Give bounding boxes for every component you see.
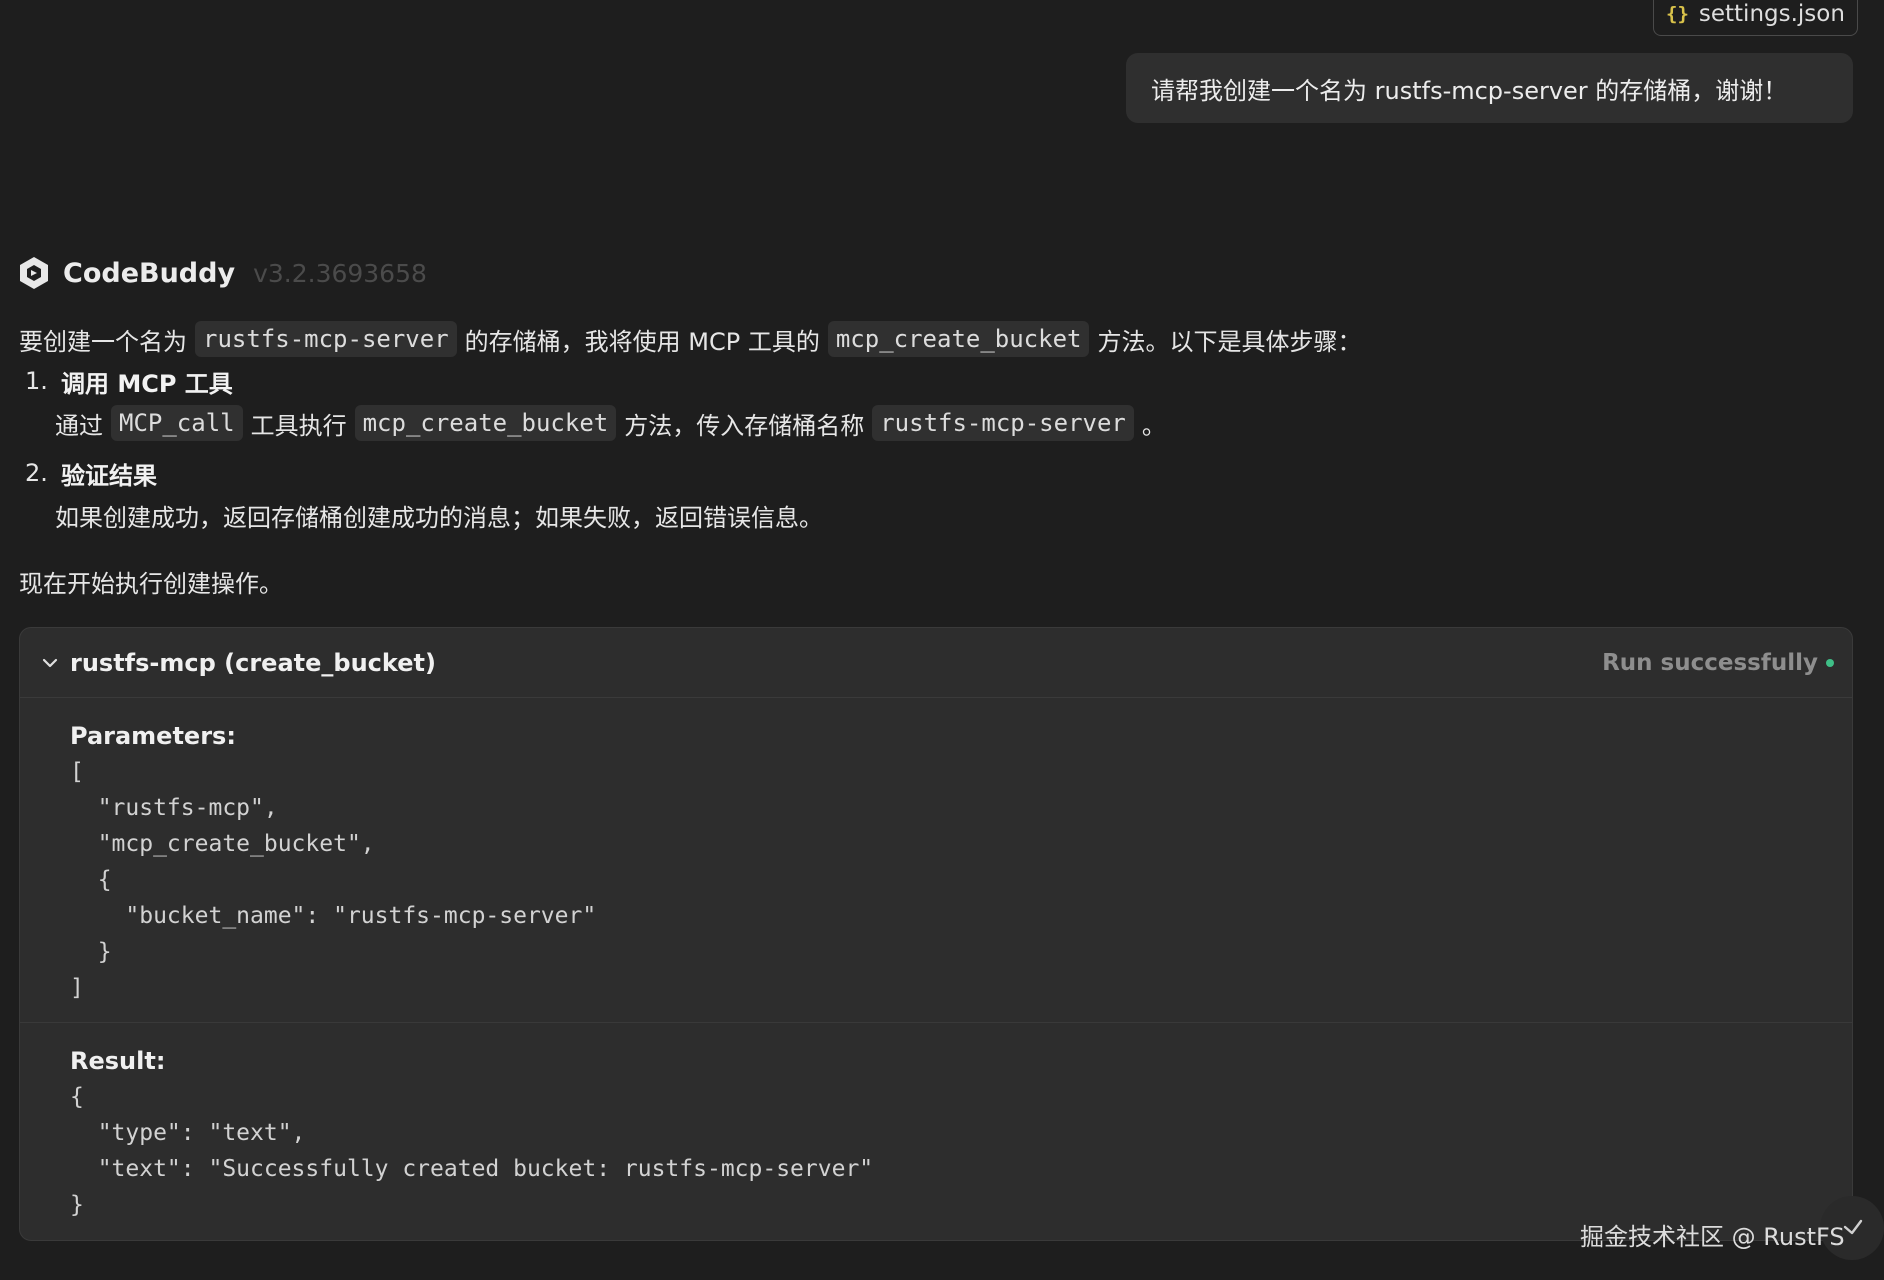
- intro-text-3: 方法。以下是具体步骤：: [1097, 327, 1362, 356]
- chevron-down-icon[interactable]: [40, 653, 60, 673]
- step-title-text: 验证结果: [61, 461, 157, 490]
- inline-code-method: mcp_create_bucket: [354, 405, 617, 441]
- user-message-bubble: 请帮我创建一个名为 rustfs-mcp-server 的存储桶，谢谢！: [1126, 53, 1853, 123]
- params-code-line: }: [70, 939, 112, 965]
- assistant-answer: 要创建一个名为 rustfs-mcp-server 的存储桶，我将使用 MCP …: [19, 318, 1849, 602]
- step-1-title: 1. 调用 MCP 工具: [19, 360, 1849, 402]
- assistant-name: CodeBuddy: [63, 257, 236, 289]
- step-1-text-1: 通过: [55, 411, 103, 440]
- step-number: 2.: [25, 459, 48, 487]
- file-chip-settings-json[interactable]: {} settings.json: [1653, 0, 1858, 36]
- answer-intro: 要创建一个名为 rustfs-mcp-server 的存储桶，我将使用 MCP …: [19, 318, 1849, 360]
- params-code-line: [: [70, 759, 84, 785]
- step-1-desc: 通过 MCP_call 工具执行 mcp_create_bucket 方法，传入…: [19, 402, 1849, 444]
- params-code-line: "mcp_create_bucket",: [70, 831, 375, 857]
- step-2-text: 如果创建成功，返回存储桶创建成功的消息；如果失败，返回错误信息。: [55, 503, 823, 532]
- step-title-text: 调用 MCP 工具: [61, 369, 233, 398]
- tool-call-header[interactable]: rustfs-mcp (create_bucket) Run successfu…: [20, 628, 1852, 698]
- step-1-text-3: 方法，传入存储桶名称: [624, 411, 865, 440]
- result-code-line: {: [70, 1084, 84, 1110]
- inline-code-bucket-name: rustfs-mcp-server: [195, 321, 457, 357]
- run-status-text: Run successfully: [1602, 649, 1818, 676]
- step-number: 1.: [25, 367, 48, 395]
- inline-code-method: mcp_create_bucket: [827, 321, 1090, 357]
- params-code-line: ]: [70, 975, 84, 1001]
- parameters-label: Parameters:: [70, 722, 236, 750]
- intro-text-1: 要创建一个名为: [19, 327, 187, 356]
- chat-page: {} settings.json 请帮我创建一个名为 rustfs-mcp-se…: [0, 0, 1884, 1280]
- result-label: Result:: [70, 1047, 166, 1075]
- inline-code-bucket-name: rustfs-mcp-server: [872, 405, 1134, 441]
- step-1-text-4: 。: [1141, 411, 1166, 440]
- params-code-line: "rustfs-mcp",: [70, 795, 278, 821]
- assistant-header: CodeBuddy v3.2.3693658: [19, 256, 427, 290]
- intro-text-2: 的存储桶，我将使用 MCP 工具的: [464, 327, 820, 356]
- closing-text: 现在开始执行创建操作。: [19, 569, 283, 598]
- json-braces-icon: {}: [1666, 2, 1689, 25]
- status-dot-icon: [1826, 658, 1834, 667]
- result-code-line: "type": "text",: [70, 1120, 306, 1146]
- watermark: 掘金技术社区 @ RustFS: [1580, 1223, 1845, 1251]
- inline-code-mcp-call: MCP_call: [111, 405, 243, 441]
- step-2-desc: 如果创建成功，返回存储桶创建成功的消息；如果失败，返回错误信息。: [19, 494, 1849, 536]
- params-code-line: "bucket_name": "rustfs-mcp-server": [70, 903, 597, 929]
- result-code-line: "text": "Successfully created bucket: ru…: [70, 1156, 874, 1182]
- answer-closing: 现在开始执行创建操作。: [19, 560, 1849, 602]
- assistant-version: v3.2.3693658: [253, 258, 427, 288]
- tool-call-title: rustfs-mcp (create_bucket): [70, 648, 436, 677]
- user-message-text: 请帮我创建一个名为 rustfs-mcp-server 的存储桶，谢谢！: [1151, 76, 1788, 105]
- parameters-section: Parameters: [ "rustfs-mcp", "mcp_create_…: [20, 698, 1852, 1023]
- tool-call-card: rustfs-mcp (create_bucket) Run successfu…: [19, 627, 1853, 1241]
- codebuddy-logo-icon: [20, 257, 48, 289]
- params-code-line: {: [70, 867, 112, 893]
- step-2-title: 2. 验证结果: [19, 452, 1849, 494]
- step-1-text-2: 工具执行: [250, 411, 347, 440]
- file-chip-label: settings.json: [1698, 0, 1845, 27]
- result-section: Result: { "type": "text", "text": "Succe…: [20, 1023, 1852, 1223]
